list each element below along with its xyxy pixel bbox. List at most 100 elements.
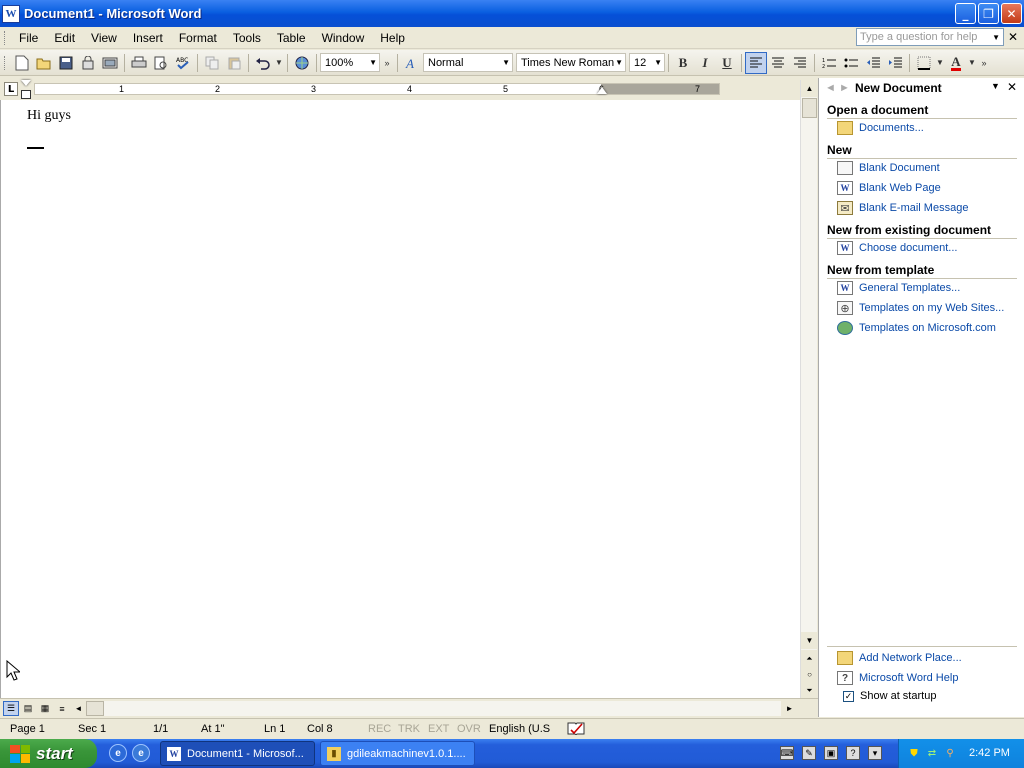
numbering-icon[interactable]: 12 bbox=[818, 52, 840, 74]
minimize-button[interactable]: _ bbox=[955, 3, 976, 24]
menu-help[interactable]: Help bbox=[372, 28, 413, 48]
link-general-templates[interactable]: W General Templates... bbox=[837, 279, 960, 297]
horizontal-scrollbar[interactable]: ◄ ► bbox=[70, 701, 798, 716]
menu-tools[interactable]: Tools bbox=[225, 28, 269, 48]
print-layout-icon[interactable]: ▦ bbox=[37, 701, 53, 716]
browser-quicklaunch-icon[interactable]: e bbox=[132, 744, 150, 762]
style-select[interactable]: Normal ▼ bbox=[423, 53, 513, 72]
menu-table[interactable]: Table bbox=[269, 28, 314, 48]
link-word-help[interactable]: ? Microsoft Word Help bbox=[837, 669, 958, 687]
status-line[interactable]: Ln 1 bbox=[264, 723, 285, 735]
show-at-startup-checkbox[interactable]: ✓ Show at startup bbox=[843, 690, 936, 702]
tab-selector[interactable]: L bbox=[4, 82, 18, 96]
paste-icon[interactable] bbox=[223, 52, 245, 74]
network-icon[interactable]: ⇄ bbox=[925, 746, 939, 760]
copy-icon[interactable] bbox=[201, 52, 223, 74]
link-templates-web-sites[interactable]: ⊕ Templates on my Web Sites... bbox=[837, 299, 1004, 317]
underline-button[interactable]: U bbox=[716, 52, 738, 74]
zoom-select[interactable]: 100% ▼ bbox=[320, 53, 380, 72]
styles-icon[interactable]: A bbox=[401, 52, 423, 74]
help-question-input[interactable]: Type a question for help ▼ bbox=[856, 28, 1004, 46]
document-canvas[interactable]: Hi guys bbox=[0, 100, 800, 698]
language-bar-icon[interactable]: ▾ bbox=[868, 746, 882, 760]
vertical-scroll-thumb[interactable] bbox=[802, 98, 817, 118]
close-icon[interactable]: ✕ bbox=[1007, 80, 1017, 94]
open-icon[interactable] bbox=[33, 52, 55, 74]
chevron-down-icon[interactable]: ▼ bbox=[991, 81, 1000, 91]
show-at-startup-label[interactable]: Show at startup bbox=[860, 690, 936, 702]
borders-dropdown-icon[interactable]: ▼ bbox=[935, 52, 945, 74]
taskbar-item-word[interactable]: W Document1 - Microsof... bbox=[160, 741, 315, 766]
link-blank-web-page[interactable]: W Blank Web Page bbox=[837, 179, 941, 197]
menu-window[interactable]: Window bbox=[314, 28, 373, 48]
menu-grip[interactable] bbox=[4, 30, 7, 45]
link-label[interactable]: Blank Web Page bbox=[859, 182, 941, 194]
web-layout-icon[interactable]: ▤ bbox=[20, 701, 36, 716]
chevron-down-icon[interactable]: ▼ bbox=[992, 33, 1000, 42]
link-templates-microsoft[interactable]: Templates on Microsoft.com bbox=[837, 319, 996, 337]
device-icon[interactable]: ▣ bbox=[824, 746, 838, 760]
taskbar-item-gdileakmachine[interactable]: ▮ gdileakmachinev1.0.1.... bbox=[320, 741, 475, 766]
link-add-network-place[interactable]: Add Network Place... bbox=[837, 649, 962, 667]
print-icon[interactable] bbox=[128, 52, 150, 74]
font-select[interactable]: Times New Roman ▼ bbox=[516, 53, 626, 72]
link-label[interactable]: Add Network Place... bbox=[859, 652, 962, 664]
start-button[interactable]: start bbox=[0, 739, 97, 768]
select-browse-object-icon[interactable]: ○ bbox=[801, 666, 818, 683]
spelling-icon[interactable]: ABC bbox=[172, 52, 194, 74]
scroll-right-icon[interactable]: ► bbox=[781, 701, 798, 716]
restore-button[interactable]: ❐ bbox=[978, 3, 999, 24]
status-section[interactable]: Sec 1 bbox=[78, 723, 106, 735]
back-forward-icon[interactable]: ◄ ► bbox=[825, 82, 855, 94]
status-page[interactable]: Page 1 bbox=[10, 723, 45, 735]
bullets-icon[interactable] bbox=[840, 52, 862, 74]
email-icon[interactable] bbox=[99, 52, 121, 74]
font-color-dropdown-icon[interactable]: ▼ bbox=[967, 52, 977, 74]
status-page-count[interactable]: 1/1 bbox=[153, 723, 168, 735]
center-icon[interactable] bbox=[767, 52, 789, 74]
ruler-strip[interactable]: 1 2 3 4 5 6 7 bbox=[34, 83, 720, 95]
permission-icon[interactable] bbox=[77, 52, 99, 74]
security-shield-icon[interactable]: ⛊ bbox=[907, 746, 921, 760]
spelling-status-icon[interactable] bbox=[567, 721, 585, 738]
status-language[interactable]: English (U.S bbox=[489, 723, 550, 735]
link-label[interactable]: Templates on my Web Sites... bbox=[859, 302, 1004, 314]
first-line-indent-marker[interactable] bbox=[21, 80, 31, 86]
link-label[interactable]: Choose document... bbox=[859, 242, 957, 254]
title-bar[interactable]: W Document1 - Microsoft Word _ ❐ ✕ bbox=[0, 0, 1024, 27]
menu-format[interactable]: Format bbox=[171, 28, 225, 48]
link-label[interactable]: Blank E-mail Message bbox=[859, 202, 968, 214]
bold-button[interactable]: B bbox=[672, 52, 694, 74]
save-icon[interactable] bbox=[55, 52, 77, 74]
checkbox-checked-icon[interactable]: ✓ bbox=[843, 690, 854, 702]
italic-button[interactable]: I bbox=[694, 52, 716, 74]
menu-view[interactable]: View bbox=[83, 28, 125, 48]
link-label[interactable]: Templates on Microsoft.com bbox=[859, 322, 996, 334]
menu-insert[interactable]: Insert bbox=[125, 28, 171, 48]
clock[interactable]: 2:42 PM bbox=[969, 747, 1010, 759]
menu-edit[interactable]: Edit bbox=[46, 28, 83, 48]
new-icon[interactable] bbox=[11, 52, 33, 74]
horizontal-scroll-thumb[interactable] bbox=[86, 701, 104, 716]
link-documents[interactable]: Documents... bbox=[837, 119, 924, 137]
hyperlink-icon[interactable] bbox=[291, 52, 313, 74]
toolbar-grip[interactable] bbox=[4, 55, 7, 70]
undo-icon[interactable] bbox=[252, 52, 274, 74]
link-label[interactable]: Blank Document bbox=[859, 162, 940, 174]
scroll-up-icon[interactable]: ▲ bbox=[801, 80, 818, 97]
previous-page-icon[interactable]: ⏶ bbox=[801, 650, 818, 667]
decrease-indent-icon[interactable] bbox=[862, 52, 884, 74]
link-blank-email-message[interactable]: ✉ Blank E-mail Message bbox=[837, 199, 968, 217]
undo-dropdown-icon[interactable]: ▼ bbox=[274, 52, 284, 74]
right-indent-marker[interactable] bbox=[597, 87, 607, 94]
print-preview-icon[interactable] bbox=[150, 52, 172, 74]
toolbar-options-icon[interactable]: » bbox=[380, 52, 394, 74]
scroll-left-icon[interactable]: ◄ bbox=[70, 701, 87, 716]
left-indent-marker[interactable] bbox=[21, 90, 31, 99]
pen-tool-icon[interactable]: ✎ bbox=[802, 746, 816, 760]
close-button[interactable]: ✕ bbox=[1001, 3, 1022, 24]
status-at[interactable]: At 1" bbox=[201, 723, 224, 735]
help-tray-icon[interactable]: ? bbox=[846, 746, 860, 760]
vertical-scrollbar[interactable]: ▲ ▼ ⏶ ○ ⏷ bbox=[800, 80, 818, 699]
align-right-icon[interactable] bbox=[789, 52, 811, 74]
